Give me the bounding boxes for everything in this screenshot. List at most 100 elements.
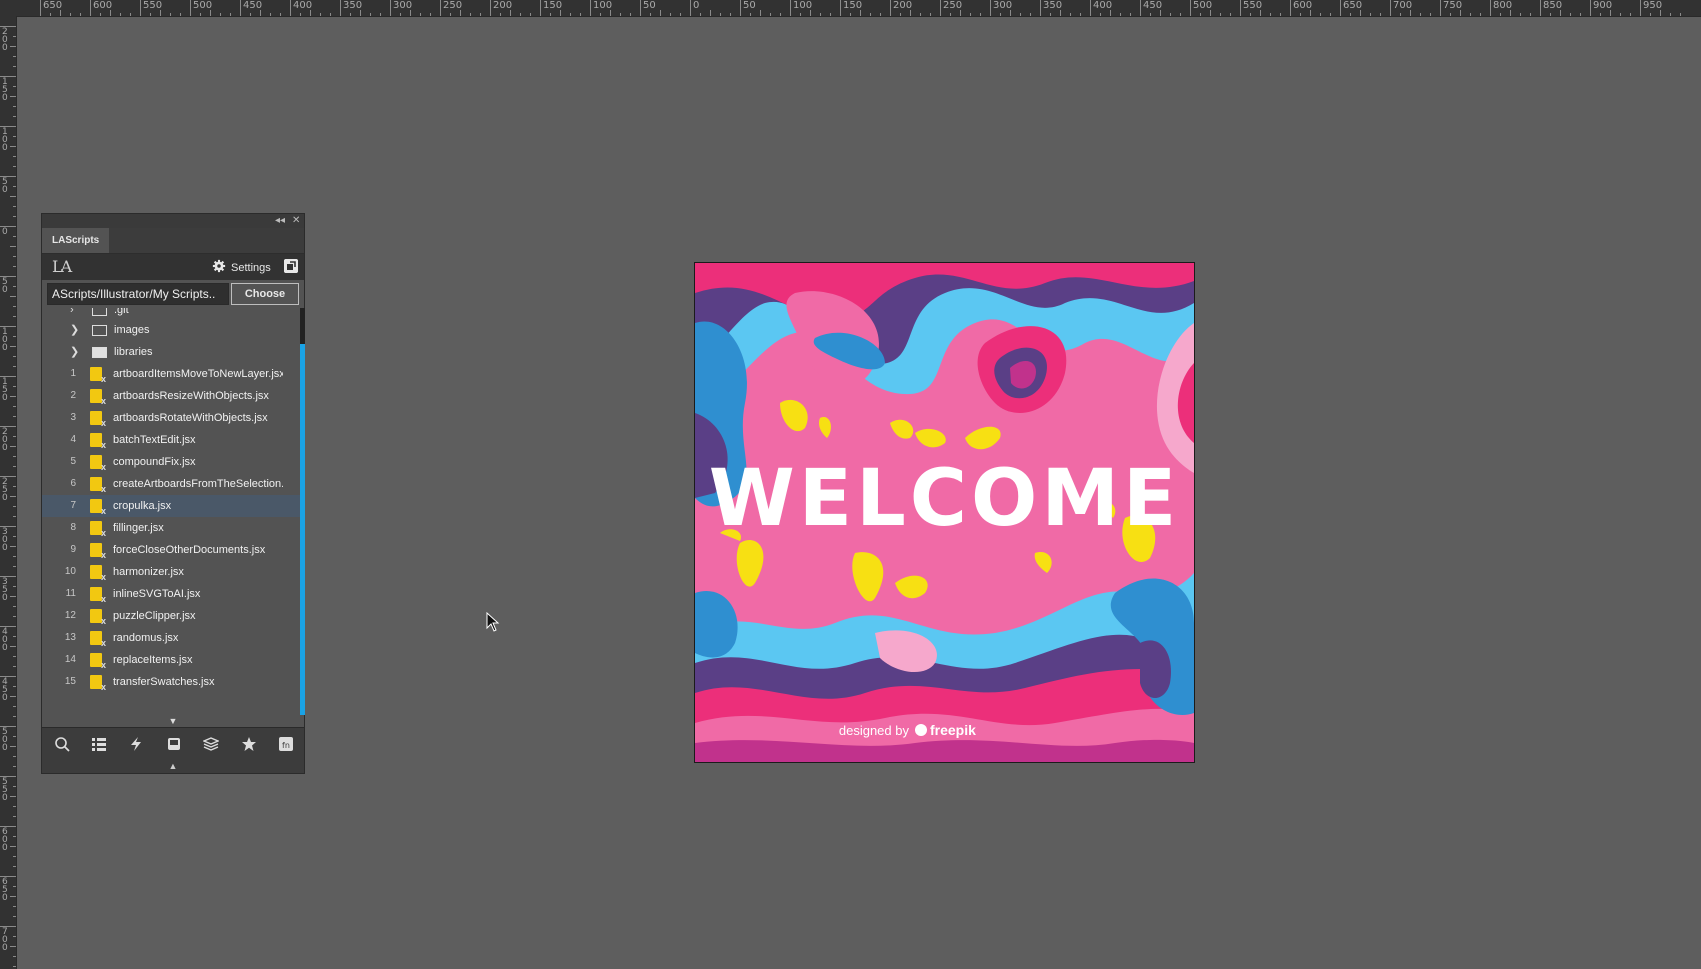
collapse-chevron-up-icon[interactable]: ▲ — [42, 759, 304, 773]
settings-button[interactable]: Settings — [212, 259, 271, 275]
script-item[interactable]: 2 artboardsResizeWithObjects.jsx — [42, 385, 300, 407]
expand-chevron-down-icon[interactable]: ▼ — [42, 715, 304, 727]
tab-lascripts[interactable]: LAScripts — [42, 228, 110, 253]
ruler-tick — [980, 13, 981, 16]
ruler-tick — [13, 56, 16, 57]
lightning-icon[interactable] — [128, 736, 144, 752]
script-item[interactable]: 1 artboardItemsMoveToNewLayer.jsx — [42, 363, 300, 385]
script-item[interactable]: 10 harmonizer.jsx — [42, 561, 300, 583]
script-name: createArtboardsFromTheSelection.jsx — [113, 478, 283, 490]
ruler-tick — [1200, 13, 1201, 16]
ruler-tick — [1610, 10, 1611, 16]
ruler-tick — [1300, 13, 1301, 16]
chevron-right-icon[interactable]: ❯ — [70, 319, 79, 341]
ruler-tick — [13, 136, 16, 137]
ruler-tick — [210, 10, 211, 16]
ruler-tick — [710, 10, 711, 16]
ruler-tick — [1570, 13, 1571, 16]
script-item-selected[interactable]: 7 cropulka.jsx — [42, 495, 300, 517]
ruler-tick — [1330, 13, 1331, 16]
ruler-label: 650 — [2, 877, 8, 903]
search-icon[interactable] — [54, 736, 70, 752]
ruler-tick — [13, 216, 16, 217]
tree-scrollbar-thumb[interactable] — [300, 344, 305, 715]
top-ruler[interactable]: 650 600 550 500 450 400 350 300 250 200 150 100 50 0 5… — [0, 0, 1701, 17]
ruler-tick — [570, 13, 571, 16]
ruler-label: 950 — [1643, 0, 1663, 11]
ruler-label: 150 — [2, 377, 8, 403]
ruler-tick — [13, 186, 16, 187]
detach-window-icon[interactable] — [284, 259, 298, 273]
ruler-label: 250 — [2, 477, 8, 503]
script-item[interactable]: 5 compoundFix.jsx — [42, 451, 300, 473]
ruler-tick — [10, 246, 16, 247]
script-item[interactable]: 13 randomus.jsx — [42, 627, 300, 649]
script-number: 11 — [65, 588, 76, 599]
ruler-tick — [1630, 13, 1631, 16]
layers-icon[interactable] — [203, 736, 219, 752]
script-number: 15 — [64, 676, 76, 687]
script-name: compoundFix.jsx — [113, 456, 196, 468]
ruler-tick — [13, 416, 16, 417]
ruler-label: 550 — [1243, 0, 1263, 11]
script-item[interactable]: 9 forceCloseOtherDocuments.jsx — [42, 539, 300, 561]
ruler-tick — [13, 506, 16, 507]
ruler-tick — [13, 166, 16, 167]
list-icon[interactable] — [91, 736, 107, 752]
script-item[interactable]: 6 createArtboardsFromTheSelection.jsx — [42, 473, 300, 495]
script-item[interactable]: 3 artboardsRotateWithObjects.jsx — [42, 407, 300, 429]
jsx-file-icon — [90, 411, 106, 428]
ruler-label: 50 — [643, 0, 656, 11]
ruler-label: 300 — [993, 0, 1013, 11]
ruler-tick — [13, 286, 16, 287]
ruler-tick — [1260, 10, 1261, 16]
ruler-tick — [13, 836, 16, 837]
script-item[interactable]: 15 transferSwatches.jsx — [42, 671, 300, 693]
script-name: randomus.jsx — [113, 632, 179, 644]
ruler-label: 700 — [1393, 0, 1413, 11]
star-icon[interactable] — [241, 736, 257, 752]
ruler-tick — [13, 936, 16, 937]
ruler-tick — [13, 66, 16, 67]
scripts-path-input[interactable] — [47, 283, 229, 305]
ruler-tick — [1000, 13, 1001, 16]
chevron-right-icon[interactable]: ❯ — [70, 341, 79, 363]
script-item[interactable]: 11 inlineSVGToAI.jsx — [42, 583, 300, 605]
ruler-tick — [1380, 13, 1381, 16]
artboard[interactable]: WELCOME designed by freepik — [694, 262, 1195, 763]
script-item[interactable]: 4 batchTextEdit.jsx — [42, 429, 300, 451]
ruler-tick — [13, 466, 16, 467]
tree-folder-item[interactable]: ❯ libraries — [42, 341, 300, 363]
close-panel-icon[interactable]: ✕ — [292, 214, 300, 228]
left-ruler[interactable]: 200 150 100 50 0 50 100 150 200 250 300 350 400 450 50… — [0, 16, 17, 969]
tree-folder-item[interactable]: ❯ images — [42, 319, 300, 341]
ruler-tick — [10, 646, 16, 647]
ruler-label: 850 — [1543, 0, 1563, 11]
ruler-tick — [13, 566, 16, 567]
ruler-tick — [330, 13, 331, 16]
ruler-tick — [680, 13, 681, 16]
ruler-tick — [1580, 13, 1581, 16]
panel-header-bar[interactable]: ◂◂ ✕ — [42, 214, 304, 228]
script-item[interactable]: 8 fillinger.jsx — [42, 517, 300, 539]
script-name: fillinger.jsx — [113, 522, 164, 534]
ruler-label: 0 — [693, 0, 700, 11]
ruler-tick — [13, 866, 16, 867]
collapse-panel-icon[interactable]: ◂◂ — [275, 214, 285, 228]
scripts-tree[interactable]: › .git ❯ images ❯ libraries 1artboardIte… — [42, 308, 300, 715]
ruler-tick — [1180, 13, 1181, 16]
script-number: 9 — [70, 544, 76, 555]
ruler-tick — [13, 456, 16, 457]
ruler-tick — [370, 13, 371, 16]
script-name: puzzleClipper.jsx — [113, 610, 196, 622]
ruler-tick — [1160, 10, 1161, 16]
inbox-icon[interactable] — [166, 736, 182, 752]
fn-icon[interactable]: fn — [278, 736, 294, 752]
script-item[interactable]: 14 replaceItems.jsx — [42, 649, 300, 671]
ruler-tick — [380, 13, 381, 16]
ruler-tick — [13, 736, 16, 737]
choose-folder-button[interactable]: Choose — [231, 283, 299, 305]
ruler-label: 650 — [43, 0, 63, 11]
script-number: 12 — [64, 610, 76, 621]
script-item[interactable]: 12 puzzleClipper.jsx — [42, 605, 300, 627]
